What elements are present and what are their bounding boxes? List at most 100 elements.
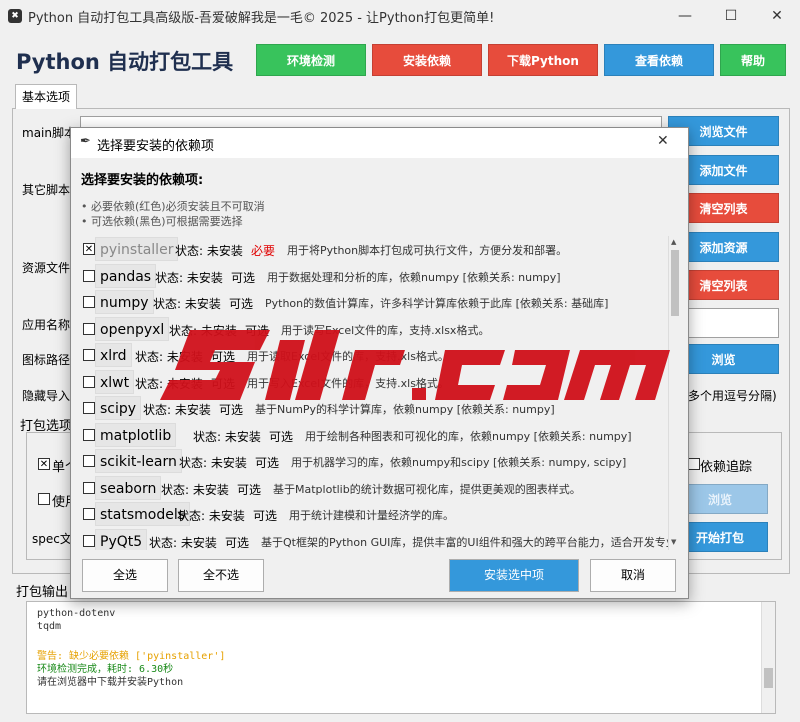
package-row-numpy[interactable]: numpy 状态: 未安装 可选 Python的数值计算库，许多科学计算库依赖于此库 … [81,289,666,316]
package-status: 状态: 未安装 [193,429,261,444]
package-type: 可选 [225,535,250,550]
package-name: numpy [95,290,154,314]
package-row-seaborn[interactable]: seaborn 状态: 未安装 可选 基于Matplotlib的统计数据可视化库，提供… [81,475,666,502]
package-checkbox[interactable] [83,375,95,388]
app-name-input[interactable] [686,308,779,338]
package-description: 用于统计建模和计量经济学的库。 [289,509,454,522]
view-deps-button[interactable]: 查看依赖 [604,44,714,76]
use-checkbox[interactable] [38,493,50,505]
package-checkbox[interactable] [83,296,95,308]
log-line: python-dotenv [37,608,116,619]
package-checkbox[interactable] [83,349,95,361]
dialog-title: 选择要安装的依赖项 [97,139,215,154]
icon-path-label: 图标路径 [22,353,71,367]
app-name-label: 应用名称 [22,318,71,332]
package-scroll-thumb[interactable] [671,250,679,316]
package-status: 状态: 未安装 [155,270,223,285]
required-note: • 必要依赖(红色)必须安装且不可取消 [81,200,265,213]
select-none-button[interactable]: 全不选 [178,559,264,592]
download-python-button[interactable]: 下载Python [488,44,598,76]
package-row-pyinstaller[interactable]: ✕ pyinstaller 状态: 未安装 必要 用于将Python脚本打包成可执行文件… [81,236,666,263]
dep-trace-checkbox[interactable] [688,458,700,470]
package-status: 状态: 未安装 [149,535,217,550]
package-type: 可选 [269,429,294,444]
package-name: seaborn [95,475,162,500]
package-name: pyinstaller [95,237,179,261]
package-type: 可选 [253,509,278,523]
package-checkbox[interactable] [83,322,95,335]
dialog-close-button[interactable]: ✕ [657,133,669,149]
cancel-button[interactable]: 取消 [590,559,676,592]
package-description: 基于Matplotlib的统计数据可视化库，提供更美观的图表样式。 [273,482,581,496]
package-row-statsmodels[interactable]: statsmodels 状态: 未安装 可选 用于统计建模和计量经济学的库。 [81,501,666,528]
output-scrollbar[interactable] [761,602,775,713]
package-checkbox[interactable] [83,455,95,467]
install-deps-button[interactable]: 安装依赖 [372,44,482,76]
package-checkbox[interactable] [83,428,95,441]
package-description: 用于将Python脚本打包成可执行文件，方便分发和部署。 [287,244,568,257]
package-checkbox[interactable] [83,481,95,494]
scroll-down-icon[interactable]: ▼ [671,538,679,546]
log-line: tqdm [37,621,62,632]
package-name: matplotlib [95,422,177,447]
package-name: xlwt [95,369,135,394]
other-scripts-label: 其它脚本 [22,183,71,197]
hidden-import-label: 隐藏导入 [22,389,71,403]
select-all-button[interactable]: 全选 [82,559,168,592]
package-type: 可选 [255,456,280,470]
package-type: 可选 [237,482,262,497]
output-label: 打包输出 [16,585,69,600]
feather-icon: ✒ [80,134,91,149]
close-button[interactable]: ✕ [754,0,800,32]
package-status: 状态: 未安装 [153,297,221,311]
package-name: xlrd [95,343,132,367]
app-icon: ✖ [8,9,22,23]
package-status: 状态: 未安装 [177,509,245,523]
dep-trace-label: 依赖追踪 [700,460,753,475]
help-button[interactable]: 帮助 [720,44,786,76]
title-bar: ✖ Python 自动打包工具高级版-吾爱破解我是一毛© 2025 - 让Pyt… [0,0,800,32]
package-checkbox[interactable] [83,534,95,547]
minimize-button[interactable]: — [662,0,708,32]
window-title: Python 自动打包工具高级版-吾爱破解我是一毛© 2025 - 让Pytho… [28,11,495,26]
package-checkbox[interactable] [83,508,95,520]
package-row-pyqt5[interactable]: PyQt5 状态: 未安装 可选 基于Qt框架的Python GUI库，提供丰富的UI… [81,528,680,550]
env-check-button[interactable]: 环境检测 [256,44,366,76]
package-row-scikit-learn[interactable]: scikit-learn 状态: 未安装 可选 用于机器学习的库，依赖numpy和sc… [81,448,666,475]
app-title: Python 自动打包工具 [16,50,234,74]
scroll-up-icon[interactable]: ▲ [671,238,679,246]
maximize-button[interactable]: ☐ [708,0,754,32]
package-name: scikit-learn [95,449,182,473]
dialog-heading: 选择要安装的依赖项: [81,173,204,188]
install-selected-button[interactable]: 安装选中项 [449,559,579,592]
package-name: scipy [95,396,142,420]
spec-label: spec文 [32,532,72,546]
package-checkbox[interactable] [83,402,95,414]
package-description: 用于数据处理和分析的库，依赖numpy [依赖关系: numpy] [267,270,561,284]
optional-note: • 可选依赖(黑色)可根据需要选择 [81,215,243,228]
resource-files-label: 资源文件 [22,261,71,275]
log-line: 请在浏览器中下载并安装Python [37,677,184,688]
tab-basic-options[interactable]: 基本选项 [15,84,77,109]
package-description: Python的数值计算库，许多科学计算库依赖于此库 [依赖关系: 基础库] [265,297,609,310]
package-name: pandas [95,263,157,288]
package-status: 状态: 未安装 [179,456,247,470]
package-checkbox[interactable] [83,269,95,282]
package-name: statsmodels [95,502,191,526]
package-description: 基于Qt框架的Python GUI库，提供丰富的UI组件和强大的跨平台能力，适合… [261,535,680,549]
dialog-title-bar: ✒ 选择要安装的依赖项 ✕ [71,128,688,158]
package-description: 用于机器学习的库，依赖numpy和scipy [依赖关系: numpy, sci… [291,456,627,469]
package-type: 必要 [251,244,276,258]
package-status: 状态: 未安装 [175,244,243,258]
package-name: PyQt5 [95,528,148,550]
package-checkbox[interactable]: ✕ [83,243,95,255]
package-status: 状态: 未安装 [161,482,229,497]
package-row-matplotlib[interactable]: matplotlib 状态: 未安装 可选 用于绘制各种图表和可视化的库，依赖nump… [81,422,666,449]
package-type: 可选 [229,297,254,311]
package-row-pandas[interactable]: pandas 状态: 未安装 可选 用于数据处理和分析的库，依赖numpy [依赖关系… [81,263,666,290]
hidden-import-hint: 多个用逗号分隔) [688,389,777,403]
single-file-checkbox[interactable]: ✕ [38,458,50,470]
output-log[interactable]: python-dotenv tqdm 警告: 缺少必要依赖 ['pyinstal… [26,601,776,714]
output-scroll-thumb[interactable] [764,668,773,688]
watermark-logo [160,330,670,400]
